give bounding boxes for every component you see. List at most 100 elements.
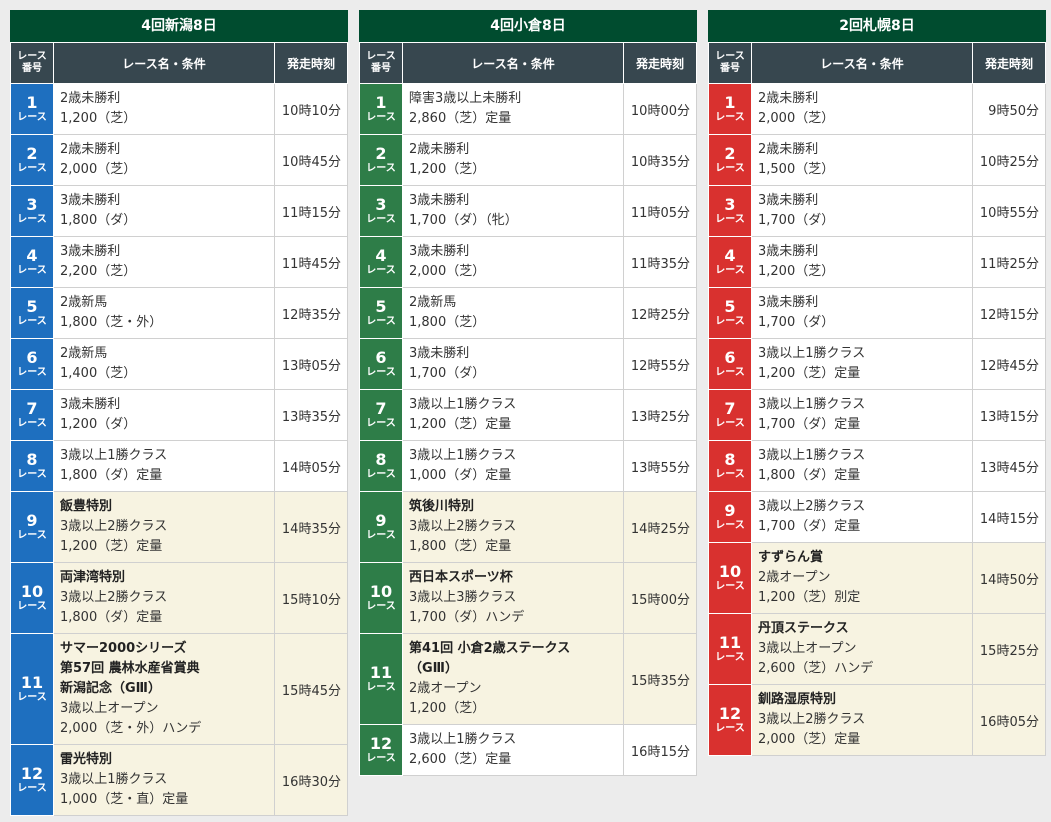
- race-row[interactable]: 4 レース 3歳未勝利 1,200（芝） 11時25分: [708, 236, 1046, 288]
- race-name-cell[interactable]: 釧路湿原特別 3歳以上2勝クラス 2,000（芝）定量: [751, 684, 973, 756]
- race-name-cell[interactable]: 雷光特別 3歳以上1勝クラス 1,000（芝・直）定量: [53, 744, 275, 816]
- race-number-badge[interactable]: 3 レース: [359, 185, 403, 237]
- race-name-cell[interactable]: 西日本スポーツ杯 3歳以上3勝クラス 1,700（ダ）ハンデ: [402, 562, 624, 634]
- race-number-badge[interactable]: 12 レース: [708, 684, 752, 756]
- race-row[interactable]: 7 レース 3歳以上1勝クラス 1,200（芝）定量 13時25分: [359, 389, 697, 441]
- race-row[interactable]: 4 レース 3歳未勝利 2,000（芝） 11時35分: [359, 236, 697, 288]
- race-number-badge[interactable]: 4 レース: [708, 236, 752, 288]
- race-row[interactable]: 9 レース 筑後川特別 3歳以上2勝クラス 1,800（芝）定量 14時25分: [359, 491, 697, 563]
- race-number-badge[interactable]: 3 レース: [10, 185, 54, 237]
- race-name-cell[interactable]: 3歳以上1勝クラス 1,700（ダ）定量: [751, 389, 973, 441]
- race-number-badge[interactable]: 3 レース: [708, 185, 752, 237]
- race-number-badge[interactable]: 6 レース: [359, 338, 403, 390]
- race-title[interactable]: 丹頂ステークス: [758, 619, 966, 639]
- race-row[interactable]: 6 レース 3歳以上1勝クラス 1,200（芝）定量 12時45分: [708, 338, 1046, 390]
- race-name-cell[interactable]: 障害3歳以上未勝利 2,860（芝）定量: [402, 83, 624, 135]
- race-name-cell[interactable]: 第41回 小倉2歳ステークス （GⅢ） 2歳オープン 1,200（芝）: [402, 633, 624, 725]
- race-row[interactable]: 11 レース 第41回 小倉2歳ステークス （GⅢ） 2歳オープン 1,200（芝） 15時…: [359, 633, 697, 725]
- race-name-cell[interactable]: 3歳未勝利 1,200（ダ）: [53, 389, 275, 441]
- race-name-cell[interactable]: 2歳新馬 1,800（芝・外）: [53, 287, 275, 339]
- race-number-badge[interactable]: 1 レース: [359, 83, 403, 135]
- race-name-cell[interactable]: 2歳未勝利 1,500（芝）: [751, 134, 973, 186]
- race-row[interactable]: 2 レース 2歳未勝利 1,500（芝） 10時25分: [708, 134, 1046, 186]
- race-title[interactable]: サマー2000シリーズ: [60, 639, 268, 659]
- race-number-badge[interactable]: 2 レース: [708, 134, 752, 186]
- race-number-badge[interactable]: 11 レース: [10, 633, 54, 745]
- race-number-badge[interactable]: 7 レース: [10, 389, 54, 441]
- race-name-cell[interactable]: 3歳未勝利 2,200（芝）: [53, 236, 275, 288]
- race-title[interactable]: 雷光特別: [60, 750, 268, 770]
- race-number-badge[interactable]: 10 レース: [10, 562, 54, 634]
- race-title[interactable]: すずらん賞: [758, 548, 966, 568]
- race-number-badge[interactable]: 5 レース: [10, 287, 54, 339]
- race-name-cell[interactable]: 両津湾特別 3歳以上2勝クラス 1,800（ダ）定量: [53, 562, 275, 634]
- race-name-cell[interactable]: 3歳以上1勝クラス 1,000（ダ）定量: [402, 440, 624, 492]
- race-name-cell[interactable]: 3歳以上2勝クラス 1,700（ダ）定量: [751, 491, 973, 543]
- race-row[interactable]: 3 レース 3歳未勝利 1,800（ダ） 11時15分: [10, 185, 348, 237]
- race-title[interactable]: 第57回 農林水産省賞典: [60, 659, 268, 679]
- race-row[interactable]: 10 レース 西日本スポーツ杯 3歳以上3勝クラス 1,700（ダ）ハンデ 15時00分: [359, 562, 697, 634]
- race-row[interactable]: 8 レース 3歳以上1勝クラス 1,800（ダ）定量 14時05分: [10, 440, 348, 492]
- race-name-cell[interactable]: 丹頂ステークス 3歳以上オープン 2,600（芝）ハンデ: [751, 613, 973, 685]
- race-name-cell[interactable]: 3歳未勝利 1,700（ダ）（牝）: [402, 185, 624, 237]
- race-number-badge[interactable]: 7 レース: [359, 389, 403, 441]
- race-row[interactable]: 7 レース 3歳未勝利 1,200（ダ） 13時35分: [10, 389, 348, 441]
- race-row[interactable]: 8 レース 3歳以上1勝クラス 1,800（ダ）定量 13時45分: [708, 440, 1046, 492]
- race-number-badge[interactable]: 2 レース: [10, 134, 54, 186]
- race-row[interactable]: 5 レース 2歳新馬 1,800（芝） 12時25分: [359, 287, 697, 339]
- race-row[interactable]: 2 レース 2歳未勝利 2,000（芝） 10時45分: [10, 134, 348, 186]
- race-number-badge[interactable]: 12 レース: [10, 744, 54, 816]
- race-number-badge[interactable]: 8 レース: [708, 440, 752, 492]
- race-name-cell[interactable]: 3歳以上1勝クラス 1,200（芝）定量: [402, 389, 624, 441]
- race-name-cell[interactable]: 2歳未勝利 2,000（芝）: [751, 83, 973, 135]
- race-row[interactable]: 12 レース 雷光特別 3歳以上1勝クラス 1,000（芝・直）定量 16時30分: [10, 744, 348, 816]
- race-name-cell[interactable]: 3歳未勝利 1,800（ダ）: [53, 185, 275, 237]
- race-number-badge[interactable]: 10 レース: [708, 542, 752, 614]
- race-row[interactable]: 1 レース 障害3歳以上未勝利 2,860（芝）定量 10時00分: [359, 83, 697, 135]
- race-number-badge[interactable]: 9 レース: [359, 491, 403, 563]
- race-name-cell[interactable]: 2歳新馬 1,800（芝）: [402, 287, 624, 339]
- race-number-badge[interactable]: 8 レース: [359, 440, 403, 492]
- race-row[interactable]: 12 レース 釧路湿原特別 3歳以上2勝クラス 2,000（芝）定量 16時05分: [708, 684, 1046, 756]
- race-name-cell[interactable]: 3歳以上1勝クラス 1,200（芝）定量: [751, 338, 973, 390]
- race-number-badge[interactable]: 2 レース: [359, 134, 403, 186]
- race-name-cell[interactable]: 3歳未勝利 1,200（芝）: [751, 236, 973, 288]
- race-row[interactable]: 10 レース すずらん賞 2歳オープン 1,200（芝）別定 14時50分: [708, 542, 1046, 614]
- race-title[interactable]: 両津湾特別: [60, 568, 268, 588]
- race-name-cell[interactable]: 2歳未勝利 1,200（芝）: [53, 83, 275, 135]
- race-number-badge[interactable]: 8 レース: [10, 440, 54, 492]
- race-title[interactable]: 第41回 小倉2歳ステークス: [409, 639, 617, 659]
- race-name-cell[interactable]: 2歳未勝利 1,200（芝）: [402, 134, 624, 186]
- race-row[interactable]: 4 レース 3歳未勝利 2,200（芝） 11時45分: [10, 236, 348, 288]
- race-number-badge[interactable]: 7 レース: [708, 389, 752, 441]
- race-name-cell[interactable]: 飯豊特別 3歳以上2勝クラス 1,200（芝）定量: [53, 491, 275, 563]
- race-row[interactable]: 1 レース 2歳未勝利 1,200（芝） 10時10分: [10, 83, 348, 135]
- race-number-badge[interactable]: 11 レース: [708, 613, 752, 685]
- race-number-badge[interactable]: 6 レース: [708, 338, 752, 390]
- race-title[interactable]: 西日本スポーツ杯: [409, 568, 617, 588]
- race-name-cell[interactable]: 2歳新馬 1,400（芝）: [53, 338, 275, 390]
- race-row[interactable]: 7 レース 3歳以上1勝クラス 1,700（ダ）定量 13時15分: [708, 389, 1046, 441]
- race-number-badge[interactable]: 9 レース: [708, 491, 752, 543]
- race-name-cell[interactable]: 3歳以上1勝クラス 1,800（ダ）定量: [53, 440, 275, 492]
- race-row[interactable]: 9 レース 3歳以上2勝クラス 1,700（ダ）定量 14時15分: [708, 491, 1046, 543]
- race-row[interactable]: 8 レース 3歳以上1勝クラス 1,000（ダ）定量 13時55分: [359, 440, 697, 492]
- race-name-cell[interactable]: 3歳未勝利 1,700（ダ）: [402, 338, 624, 390]
- race-name-cell[interactable]: サマー2000シリーズ 第57回 農林水産省賞典 新潟記念（GⅢ） 3歳以上オープン 2…: [53, 633, 275, 745]
- race-row[interactable]: 12 レース 3歳以上1勝クラス 2,600（芝）定量 16時15分: [359, 724, 697, 776]
- race-row[interactable]: 11 レース 丹頂ステークス 3歳以上オープン 2,600（芝）ハンデ 15時25分: [708, 613, 1046, 685]
- race-row[interactable]: 3 レース 3歳未勝利 1,700（ダ） 10時55分: [708, 185, 1046, 237]
- race-name-cell[interactable]: 2歳未勝利 2,000（芝）: [53, 134, 275, 186]
- race-row[interactable]: 6 レース 3歳未勝利 1,700（ダ） 12時55分: [359, 338, 697, 390]
- race-number-badge[interactable]: 4 レース: [10, 236, 54, 288]
- race-row[interactable]: 10 レース 両津湾特別 3歳以上2勝クラス 1,800（ダ）定量 15時10分: [10, 562, 348, 634]
- race-row[interactable]: 1 レース 2歳未勝利 2,000（芝） 9時50分: [708, 83, 1046, 135]
- race-name-cell[interactable]: 3歳未勝利 1,700（ダ）: [751, 287, 973, 339]
- race-title[interactable]: 新潟記念（GⅢ）: [60, 679, 268, 699]
- race-number-badge[interactable]: 1 レース: [10, 83, 54, 135]
- race-number-badge[interactable]: 5 レース: [359, 287, 403, 339]
- race-name-cell[interactable]: 3歳未勝利 2,000（芝）: [402, 236, 624, 288]
- race-name-cell[interactable]: すずらん賞 2歳オープン 1,200（芝）別定: [751, 542, 973, 614]
- race-name-cell[interactable]: 3歳以上1勝クラス 2,600（芝）定量: [402, 724, 624, 776]
- race-row[interactable]: 2 レース 2歳未勝利 1,200（芝） 10時35分: [359, 134, 697, 186]
